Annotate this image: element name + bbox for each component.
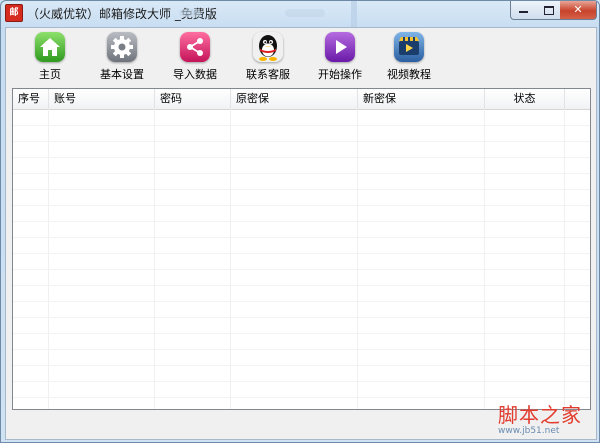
toolbar-import-button[interactable]: 导入数据 [170, 32, 220, 84]
column-header-index[interactable]: 序号 [13, 89, 49, 109]
row-gridline [13, 141, 590, 142]
row-gridline [13, 221, 590, 222]
minimize-icon [519, 11, 528, 13]
toolbar-start-label: 开始操作 [318, 68, 362, 81]
column-divider [564, 109, 565, 409]
toolbar: 主页 基本设置 导入数据 联系客服 开始操作 视频教程 [6, 28, 596, 86]
column-header-password[interactable]: 密码 [155, 89, 231, 109]
column-divider [484, 109, 485, 409]
toolbar-import-label: 导入数据 [173, 68, 217, 81]
toolbar-video-tutorial-label: 视频教程 [387, 68, 431, 81]
video-icon [394, 32, 424, 62]
row-gridline [13, 253, 590, 254]
column-divider [48, 109, 49, 409]
home-icon [35, 32, 65, 62]
row-gridline [13, 397, 590, 398]
maximize-button[interactable] [536, 1, 561, 20]
row-gridline [13, 205, 590, 206]
toolbar-video-tutorial-button[interactable]: 视频教程 [384, 32, 434, 84]
toolbar-start-button[interactable]: 开始操作 [315, 32, 365, 84]
row-gridline [13, 173, 590, 174]
column-header-account[interactable]: 账号 [49, 89, 155, 109]
column-divider [154, 109, 155, 409]
toolbar-settings-button[interactable]: 基本设置 [97, 32, 147, 84]
qq-penguin-icon [253, 32, 283, 62]
column-header-new-security[interactable]: 新密保 [358, 89, 485, 109]
toolbar-support-button[interactable]: 联系客服 [242, 32, 294, 84]
column-header-status[interactable]: 状态 [485, 89, 565, 109]
account-table[interactable]: 序号 账号 密码 原密保 新密保 状态 [12, 88, 591, 410]
toolbar-settings-label: 基本设置 [100, 68, 144, 81]
close-button[interactable]: ✕ [560, 1, 597, 20]
toolbar-home-button[interactable]: 主页 [28, 32, 72, 84]
row-gridline [13, 189, 590, 190]
title-glass-strip [351, 1, 357, 27]
column-header-filler [565, 89, 590, 109]
main-window: 邮 （火威优软）邮箱修改大师 _免费版 ✕ 主页 基本设置 导入数据 联系客服 … [0, 0, 600, 443]
column-header-old-security[interactable]: 原密保 [231, 89, 358, 109]
row-gridline [13, 157, 590, 158]
column-divider [230, 109, 231, 409]
row-gridline [13, 125, 590, 126]
close-icon: ✕ [573, 3, 583, 16]
title-glass-blur [179, 9, 201, 17]
gear-icon [107, 32, 137, 62]
row-gridline [13, 269, 590, 270]
row-gridline [13, 365, 590, 366]
watermark-text: 脚本之家 [498, 403, 582, 427]
row-gridline [13, 333, 590, 334]
row-gridline [13, 301, 590, 302]
app-icon: 邮 [5, 4, 23, 22]
minimize-button[interactable] [510, 1, 537, 20]
title-glass-blur [285, 9, 325, 17]
share-icon [180, 32, 210, 62]
play-icon [325, 32, 355, 62]
maximize-icon [544, 6, 554, 15]
row-gridline [13, 349, 590, 350]
row-gridline [13, 285, 590, 286]
row-gridline [13, 317, 590, 318]
client-area: 主页 基本设置 导入数据 联系客服 开始操作 视频教程 序号 账号 密码 原密保… [5, 27, 597, 440]
watermark-url: www.jb51.net [498, 426, 560, 436]
watermark: 脚本之家 www.jb51.net [498, 399, 598, 436]
title-bar[interactable]: 邮 （火威优软）邮箱修改大师 _免费版 ✕ [1, 1, 599, 27]
row-gridline [13, 381, 590, 382]
table-header: 序号 账号 密码 原密保 新密保 状态 [13, 89, 590, 110]
row-gridline [13, 237, 590, 238]
toolbar-support-label: 联系客服 [246, 68, 290, 81]
toolbar-home-label: 主页 [39, 68, 61, 81]
column-divider [357, 109, 358, 409]
